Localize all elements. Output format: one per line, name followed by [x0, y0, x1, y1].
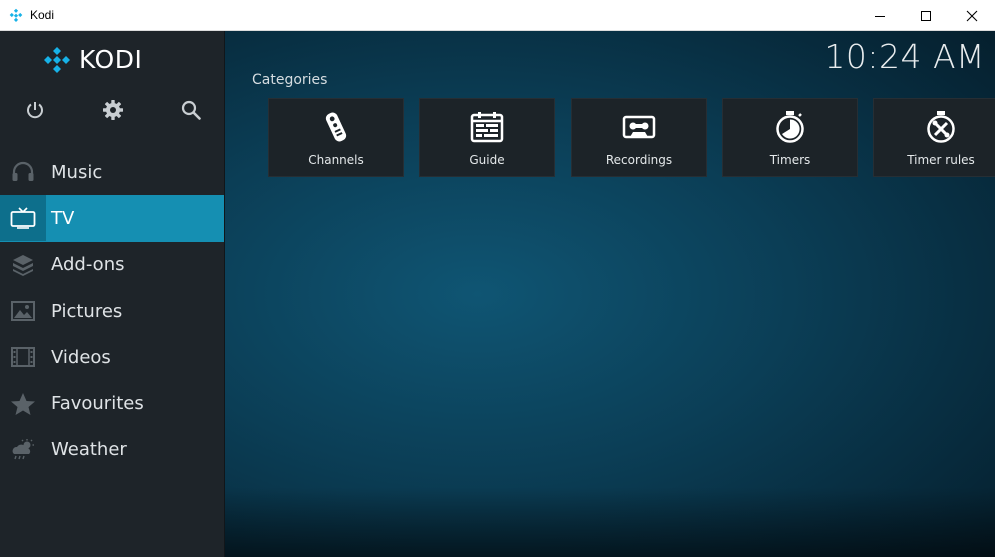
sidebar: KODI Music TV Add-ons Pictures Videos Fa… — [0, 31, 225, 557]
section-title: Categories — [252, 72, 328, 88]
picture-icon — [0, 288, 46, 334]
tile-recordings[interactable]: Recordings — [571, 98, 707, 177]
menu-item-label: Weather — [51, 439, 127, 461]
tile-channels[interactable]: Channels — [268, 98, 404, 177]
menu-item-favourites[interactable]: Favourites — [0, 380, 225, 426]
close-button[interactable] — [949, 0, 995, 31]
minimize-icon — [875, 15, 885, 17]
tile-label: Timers — [769, 153, 811, 167]
tile-timers[interactable]: Timers — [722, 98, 858, 177]
maximize-button[interactable] — [903, 0, 949, 31]
timer-rules-icon — [923, 109, 959, 145]
top-icon-row — [0, 97, 225, 123]
tile-timer-rules[interactable]: Timer rules — [873, 98, 995, 177]
main-menu: Music TV Add-ons Pictures Videos Favouri… — [0, 149, 225, 473]
menu-item-addons[interactable]: Add-ons — [0, 242, 225, 288]
weather-cloud-icon — [0, 427, 46, 473]
star-icon — [0, 381, 46, 427]
tile-label: Timer rules — [907, 153, 975, 167]
menu-item-label: TV — [51, 207, 75, 229]
kodi-logo: KODI — [43, 45, 142, 74]
brand-name: KODI — [79, 45, 143, 74]
remote-control-icon — [318, 109, 354, 145]
kodi-app-icon — [8, 7, 24, 23]
settings-icon — [103, 100, 123, 120]
headphones-icon — [0, 149, 46, 195]
window-titlebar: Kodi — [0, 0, 995, 31]
tile-label: Channels — [308, 153, 364, 167]
menu-item-label: Add-ons — [51, 254, 125, 276]
power-icon — [27, 102, 43, 119]
clock: 10:24 AM — [824, 37, 985, 76]
maximize-icon — [921, 10, 931, 21]
kodi-logo-icon — [44, 46, 70, 73]
tile-label: Guide — [469, 153, 505, 167]
menu-item-label: Favourites — [51, 393, 144, 415]
search-button[interactable] — [178, 97, 204, 123]
category-tiles: Channels Guide Recordings Timers Timer r… — [268, 98, 995, 178]
cassette-icon — [621, 109, 657, 145]
menu-item-label: Videos — [51, 346, 111, 368]
tile-label: Recordings — [605, 153, 673, 167]
menu-item-tv[interactable]: TV — [0, 195, 225, 242]
window-controls — [857, 0, 995, 31]
menu-item-videos[interactable]: Videos — [0, 334, 225, 380]
search-icon — [181, 100, 201, 120]
tv-guide-icon — [469, 109, 505, 145]
menu-item-label: Music — [51, 161, 103, 183]
menu-item-pictures[interactable]: Pictures — [0, 288, 225, 334]
addons-box-icon — [0, 242, 46, 288]
film-strip-icon — [0, 334, 46, 380]
window-title: Kodi — [30, 8, 55, 22]
settings-button[interactable] — [100, 97, 126, 123]
stopwatch-icon — [772, 109, 808, 145]
tv-icon — [0, 195, 46, 242]
menu-item-weather[interactable]: Weather — [0, 427, 225, 473]
menu-item-label: Pictures — [51, 300, 123, 322]
kodi-app: KODI Music TV Add-ons Pictures Videos Fa… — [0, 31, 995, 557]
tile-guide[interactable]: Guide — [419, 98, 555, 177]
power-button[interactable] — [22, 97, 48, 123]
menu-item-music[interactable]: Music — [0, 149, 225, 195]
minimize-button[interactable] — [857, 0, 903, 31]
close-icon — [966, 10, 978, 21]
